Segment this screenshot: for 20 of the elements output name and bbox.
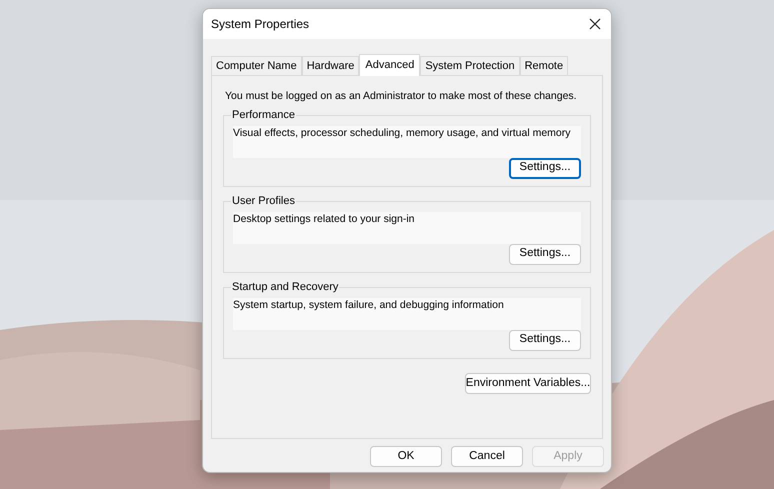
tab[interactable]: Computer Name	[211, 56, 302, 75]
close-icon[interactable]	[589, 18, 601, 30]
dialog-button[interactable]: OK	[370, 446, 442, 467]
description-text: System startup, system failure, and debugging information	[233, 298, 581, 330]
group-title: User Profiles	[231, 194, 296, 209]
description-text: Desktop settings related to your sign-in	[233, 212, 581, 244]
environment-variables-button[interactable]: Environment Variables...	[465, 373, 591, 394]
settings-button[interactable]: Settings...	[509, 244, 581, 264]
settings-button[interactable]: Settings...	[509, 158, 581, 178]
group-title: Startup and Recovery	[231, 280, 340, 295]
tab[interactable]: Remote	[520, 56, 568, 75]
tab[interactable]: System Protection	[420, 56, 520, 75]
tab[interactable]: Hardware	[302, 56, 360, 75]
dialog-button[interactable]: Cancel	[451, 446, 523, 467]
tab[interactable]: Advanced	[359, 54, 420, 76]
window-title: System Properties	[211, 16, 310, 33]
settings-button[interactable]: Settings...	[509, 330, 581, 350]
notice-text: You must be logged on as an Administrator to make most of these changes.	[225, 89, 577, 103]
group-title: Performance	[231, 108, 296, 123]
description-text: Visual effects, processor scheduling, memory usage, and virtual memory	[233, 126, 581, 158]
